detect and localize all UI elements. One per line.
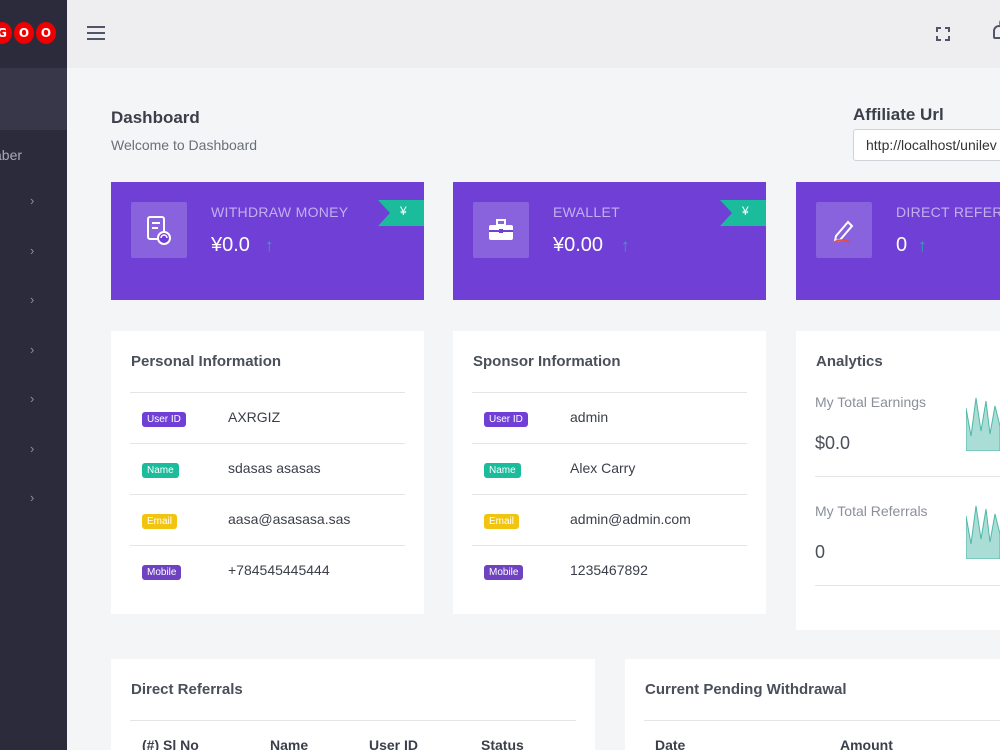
chevron-right-icon[interactable]: › xyxy=(30,441,34,456)
badge-email: Email xyxy=(484,514,520,529)
badge-user-id: User ID xyxy=(484,412,528,427)
info-row: Email aasa@asasasa.sas xyxy=(130,494,405,545)
column-header[interactable]: (#) Sl No xyxy=(142,737,199,750)
ribbon-text: ¥ xyxy=(400,204,407,218)
chevron-right-icon[interactable]: › xyxy=(30,342,34,357)
stat-label: WITHDRAW MONEY xyxy=(211,204,349,220)
info-value: 1235467892 xyxy=(570,562,648,578)
info-row: Mobile +784545445444 xyxy=(130,545,405,596)
referrals-value: 0 xyxy=(815,542,826,562)
sidebar-item-label[interactable]: aber xyxy=(0,147,22,163)
ribbon-text: ¥ xyxy=(742,204,749,218)
page-title: Dashboard xyxy=(111,108,200,127)
arrow-up-icon: ↑ xyxy=(621,236,630,255)
ewallet-card[interactable]: EWALLET ¥0.00 ↑ ¥ xyxy=(453,182,766,300)
card-title: Analytics xyxy=(816,353,883,370)
page-subtitle: Welcome to Dashboard xyxy=(111,137,258,153)
chevron-right-icon[interactable]: › xyxy=(30,243,34,258)
column-header[interactable]: Amount xyxy=(840,737,893,750)
badge-user-id: User ID xyxy=(142,412,186,427)
logo-letter: O xyxy=(36,22,56,44)
stat-label: DIRECT REFERR xyxy=(896,204,1000,220)
direct-referrals-card[interactable]: DIRECT REFERR 0 ↑ xyxy=(796,182,1000,300)
badge-email: Email xyxy=(142,514,178,529)
sponsor-information-card: Sponsor Information User ID admin Name A… xyxy=(453,331,766,614)
affiliate-url-input[interactable] xyxy=(853,129,1000,161)
sidebar: G O O aber › › › › › › › xyxy=(0,0,67,750)
info-row: User ID AXRGIZ xyxy=(130,392,405,443)
pending-withdrawal-card: Current Pending Withdrawal Date Amount xyxy=(625,659,1000,750)
card-title: Personal Information xyxy=(131,353,282,370)
card-title: Direct Referrals xyxy=(131,681,243,698)
briefcase-icon xyxy=(473,202,529,258)
referrals-sparkline xyxy=(966,505,1000,559)
fullscreen-icon[interactable] xyxy=(936,27,950,41)
info-value: admin xyxy=(570,409,609,425)
badge-name: Name xyxy=(484,463,521,478)
arrow-up-icon: ↑ xyxy=(918,236,927,255)
info-row: User ID admin xyxy=(472,392,747,443)
logo-letter: G xyxy=(0,22,12,44)
currency-ribbon: ¥ xyxy=(378,200,424,226)
badge-name: Name xyxy=(142,463,179,478)
logo[interactable]: G O O xyxy=(0,22,56,48)
logo-letter: O xyxy=(14,22,34,44)
direct-referrals-table-card: Direct Referrals (#) Sl No Name User ID … xyxy=(111,659,595,750)
stat-value: ¥0.00 xyxy=(553,234,604,256)
info-row: Name Alex Carry xyxy=(472,443,747,494)
bell-icon[interactable] xyxy=(991,18,1000,42)
stat-label: EWALLET xyxy=(553,204,620,220)
card-title: Sponsor Information xyxy=(473,353,621,370)
divider xyxy=(130,720,576,721)
column-header[interactable]: Status xyxy=(481,737,524,750)
stat-value: ¥0.0 xyxy=(211,234,250,256)
info-row: Name sdasas asasas xyxy=(130,443,405,494)
info-row: Email admin@admin.com xyxy=(472,494,747,545)
column-header[interactable]: User ID xyxy=(369,737,418,750)
chevron-right-icon[interactable]: › xyxy=(30,391,34,406)
menu-icon[interactable] xyxy=(87,26,105,40)
info-value: aasa@asasasa.sas xyxy=(228,511,351,527)
withdraw-money-card[interactable]: WITHDRAW MONEY ¥0.0 ↑ ¥ xyxy=(111,182,424,300)
earnings-value: $0.0 xyxy=(815,433,851,453)
info-row: Mobile 1235467892 xyxy=(472,545,747,596)
divider xyxy=(815,476,1000,477)
divider xyxy=(644,720,1000,721)
chevron-right-icon[interactable]: › xyxy=(30,490,34,505)
divider xyxy=(815,585,1000,586)
badge-mobile: Mobile xyxy=(142,565,182,580)
chevron-right-icon[interactable]: › xyxy=(30,292,34,307)
badge-mobile: Mobile xyxy=(484,565,524,580)
info-value: Alex Carry xyxy=(570,460,636,476)
info-value: admin@admin.com xyxy=(570,511,691,527)
currency-ribbon: ¥ xyxy=(720,200,766,226)
referrals-label: My Total Referrals xyxy=(815,503,928,519)
column-header[interactable]: Date xyxy=(655,737,685,750)
card-title: Current Pending Withdrawal xyxy=(645,681,847,698)
info-value: AXRGIZ xyxy=(228,409,281,425)
withdraw-icon xyxy=(131,202,187,258)
info-value: sdasas asasas xyxy=(228,460,321,476)
pencil-icon xyxy=(816,202,872,258)
chevron-right-icon[interactable]: › xyxy=(30,193,34,208)
topbar xyxy=(67,0,1000,68)
earnings-label: My Total Earnings xyxy=(815,394,927,410)
info-value: +784545445444 xyxy=(228,562,330,578)
column-header[interactable]: Name xyxy=(270,737,308,750)
stat-value: 0 xyxy=(896,234,908,256)
affiliate-url-title: Affiliate Url xyxy=(853,105,944,124)
personal-information-card: Personal Information User ID AXRGIZ Name… xyxy=(111,331,424,614)
arrow-up-icon: ↑ xyxy=(265,236,274,255)
sidebar-item-active[interactable] xyxy=(0,68,67,130)
earnings-sparkline xyxy=(966,397,1000,451)
analytics-card: Analytics My Total Earnings $0.0 My Tota… xyxy=(796,331,1000,630)
